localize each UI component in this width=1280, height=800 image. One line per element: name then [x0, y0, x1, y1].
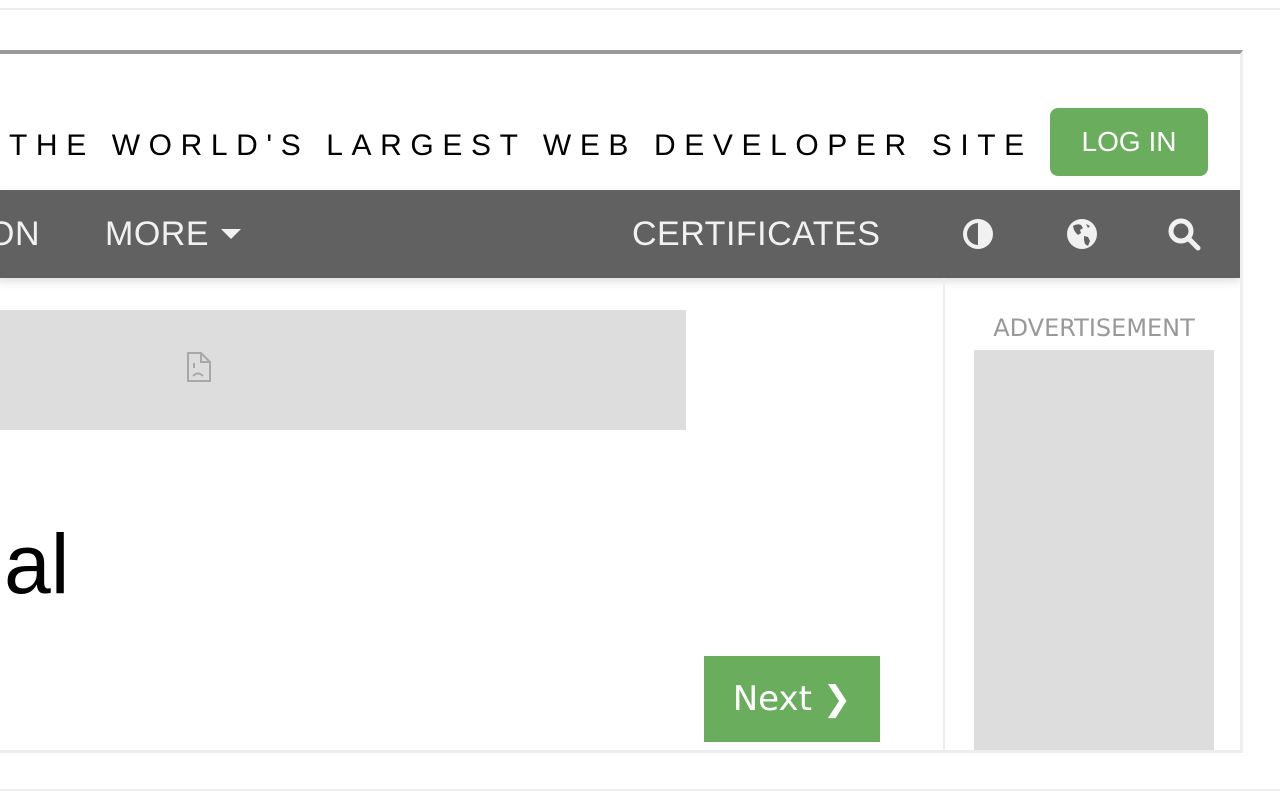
broken-image-icon	[186, 351, 212, 383]
sidebar-divider	[943, 278, 945, 750]
page-heading: al	[4, 517, 70, 611]
banner-placeholder	[0, 310, 686, 430]
globe-icon[interactable]	[1064, 216, 1100, 252]
page-frame: THE WORLD'S LARGEST WEB DEVELOPER SITE L…	[0, 50, 1243, 753]
contrast-icon[interactable]	[960, 216, 996, 252]
nav-item-more[interactable]: MORE	[105, 190, 241, 278]
bottom-divider	[0, 789, 1280, 791]
nav-item-label: ON	[0, 214, 40, 253]
nav-item-partial[interactable]: ON	[0, 190, 40, 278]
nav-item-certificates[interactable]: CERTIFICATES	[632, 190, 880, 278]
next-button[interactable]: Next ❯	[704, 656, 880, 742]
nav-item-label: CERTIFICATES	[632, 214, 881, 253]
caret-down-icon	[221, 229, 241, 239]
nav-item-label: MORE	[105, 214, 209, 253]
top-navbar: ON MORE CERTIFICATES	[0, 190, 1240, 278]
search-icon[interactable]	[1166, 216, 1202, 252]
site-tagline: THE WORLD'S LARGEST WEB DEVELOPER SITE	[9, 129, 1033, 162]
advertisement-placeholder	[974, 350, 1214, 750]
top-divider	[0, 8, 1280, 10]
login-button[interactable]: LOG IN	[1050, 108, 1208, 176]
advertisement-label: ADVERTISEMENT	[993, 314, 1195, 342]
